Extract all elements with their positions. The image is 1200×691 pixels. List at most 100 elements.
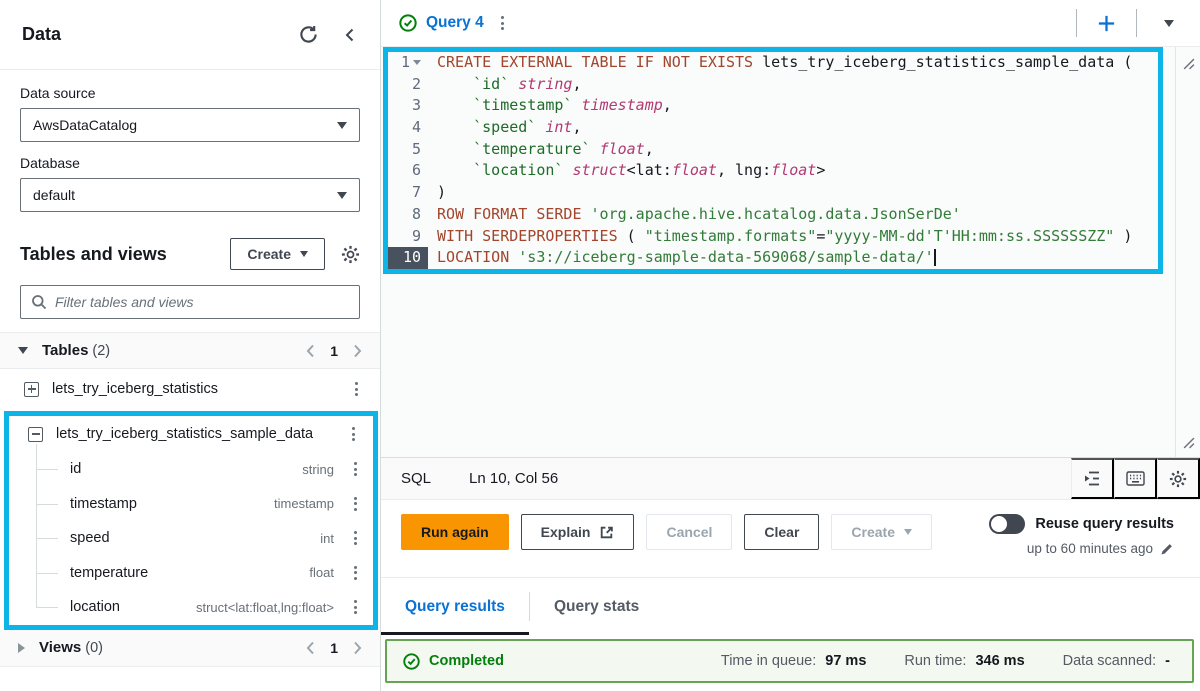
code-line: 4 `speed` int, — [388, 117, 1158, 139]
next-page-icon[interactable] — [353, 641, 362, 655]
tab-query-stats[interactable]: Query stats — [530, 578, 663, 635]
run-again-button[interactable]: Run again — [401, 514, 509, 550]
triangle-right-icon — [18, 643, 25, 653]
explain-label: Explain — [541, 524, 591, 540]
kebab-menu-icon[interactable] — [348, 527, 363, 549]
column-type: timestamp — [274, 496, 334, 511]
new-query-plus-icon[interactable] — [1096, 13, 1117, 34]
sidebar-header: Data — [0, 0, 380, 70]
prev-page-icon[interactable] — [306, 344, 315, 358]
edit-pencil-icon[interactable] — [1160, 542, 1174, 556]
column-name: id — [70, 461, 81, 477]
resize-grip-icon[interactable] — [1182, 436, 1195, 449]
explain-button[interactable]: Explain — [521, 514, 635, 550]
create-label: Create — [851, 524, 895, 540]
queries-menu-caret-icon[interactable] — [1156, 20, 1182, 27]
line-number: 4 — [388, 117, 428, 139]
clear-label: Clear — [764, 524, 799, 540]
code-text: `location` struct<lat:float, lng:float> — [428, 160, 825, 182]
column-name: temperature — [70, 565, 148, 581]
code-line: 5 `temperature` float, — [388, 139, 1158, 161]
divider — [1076, 9, 1077, 37]
kebab-menu-icon[interactable] — [348, 596, 363, 618]
search-icon — [31, 294, 47, 310]
source-section: Data source AwsDataCatalog Database defa… — [0, 70, 380, 212]
tab-label: Query results — [405, 598, 505, 616]
line-number: 6 — [388, 160, 428, 182]
stat-label: Data scanned: — [1063, 653, 1157, 669]
line-number: 3 — [388, 95, 428, 117]
tables-section-toggle[interactable]: Tables (2) 1 — [0, 332, 380, 369]
query-tabs-bar: Query 4 — [381, 0, 1200, 47]
line-number: 9 — [388, 226, 428, 248]
refresh-icon[interactable] — [299, 25, 318, 44]
triangle-down-icon — [18, 347, 28, 354]
query-tab-label: Query 4 — [426, 14, 484, 32]
data-sidebar: Data Data source AwsDataCatalog — [0, 0, 381, 691]
settings-gear-icon[interactable] — [1157, 458, 1200, 499]
line-number: 2 — [388, 74, 428, 96]
filter-tables-input[interactable] — [55, 294, 349, 310]
chevron-down-icon — [300, 251, 308, 257]
reuse-results-toggle[interactable] — [989, 514, 1025, 534]
stat-item: Data scanned:- — [1063, 653, 1170, 669]
tables-count: (2) — [92, 343, 110, 359]
data-source-select[interactable]: AwsDataCatalog — [20, 108, 360, 142]
tables-views-title: Tables and views — [20, 244, 230, 265]
database-select[interactable]: default — [20, 178, 360, 212]
language-label: SQL — [401, 470, 431, 487]
code-line: 3 `timestamp` timestamp, — [388, 95, 1158, 117]
clear-button[interactable]: Clear — [744, 514, 819, 550]
kebab-menu-icon[interactable] — [495, 12, 510, 34]
code-text: WITH SERDEPROPERTIES ( "timestamp.format… — [428, 226, 1132, 248]
kebab-menu-icon[interactable] — [348, 458, 363, 480]
gear-icon[interactable] — [341, 245, 360, 264]
sql-editor-area[interactable]: 1CREATE EXTERNAL TABLE IF NOT EXISTS let… — [381, 47, 1200, 458]
stat-value: 97 ms — [825, 653, 866, 669]
prev-page-icon[interactable] — [306, 641, 315, 655]
column-type: string — [302, 462, 334, 477]
fold-arrow-icon[interactable] — [413, 60, 421, 65]
page-number: 1 — [330, 343, 338, 359]
data-source-value: AwsDataCatalog — [33, 117, 137, 133]
stat-value: 346 ms — [975, 653, 1024, 669]
query-stats: Time in queue:97 ms Run time: 346 ms Data s… — [721, 653, 1176, 669]
success-circle-icon — [399, 14, 417, 32]
database-value: default — [33, 187, 75, 203]
main-panel: Query 4 1CREATE EXTERNAL TABLE IF NOT EX… — [381, 0, 1200, 691]
chevron-down-icon — [904, 529, 912, 535]
code-line: 7) — [388, 182, 1158, 204]
athena-query-editor: Data Data source AwsDataCatalog — [0, 0, 1200, 691]
query-tab[interactable]: Query 4 — [399, 12, 510, 34]
stat-label: Run time: — [904, 653, 966, 669]
create-button-label: Create — [247, 246, 291, 262]
collapse-table-icon[interactable] — [28, 427, 43, 442]
cancel-label: Cancel — [666, 524, 712, 540]
tab-label: Query stats — [554, 598, 639, 616]
keyboard-shortcuts-icon[interactable] — [1114, 458, 1157, 499]
kebab-menu-icon[interactable] — [349, 378, 364, 400]
kebab-menu-icon[interactable] — [348, 493, 363, 515]
stat-item: Time in queue:97 ms — [721, 653, 867, 669]
create-query-button[interactable]: Create — [831, 514, 932, 550]
expand-table-icon[interactable] — [24, 382, 39, 397]
kebab-menu-icon[interactable] — [348, 562, 363, 584]
next-page-icon[interactable] — [353, 344, 362, 358]
line-number: 10 — [388, 247, 428, 269]
kebab-menu-icon[interactable] — [346, 423, 361, 445]
views-section-label: Views — [39, 639, 81, 656]
format-query-icon[interactable] — [1071, 458, 1114, 499]
cancel-button[interactable]: Cancel — [646, 514, 732, 550]
code-line: 1CREATE EXTERNAL TABLE IF NOT EXISTS let… — [388, 52, 1158, 74]
collapse-panel-icon[interactable] — [342, 27, 358, 43]
resize-grip-icon[interactable] — [1182, 57, 1195, 70]
create-button[interactable]: Create — [230, 238, 325, 270]
views-count: (0) — [85, 640, 103, 656]
views-section-toggle[interactable]: Views (0) 1 — [0, 630, 380, 667]
tables-section-label: Tables — [42, 342, 88, 359]
column-name: speed — [70, 530, 110, 546]
line-number: 1 — [388, 52, 428, 74]
code-text: `timestamp` timestamp, — [428, 95, 672, 117]
column-name: location — [70, 599, 120, 615]
tab-query-results[interactable]: Query results — [381, 578, 529, 635]
